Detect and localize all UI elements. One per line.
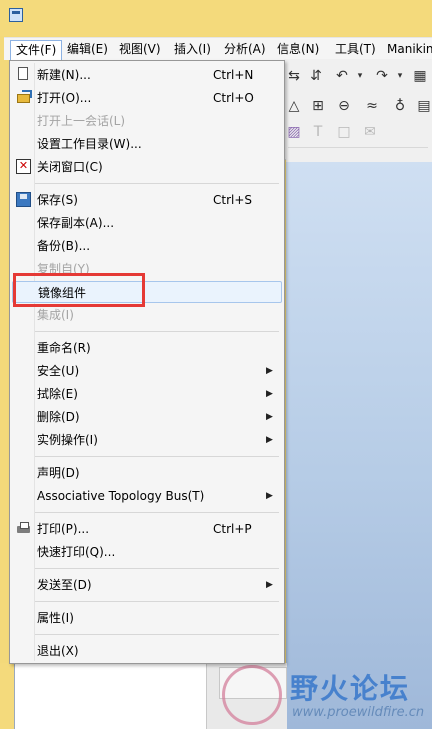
menu-item-security[interactable]: 安全(U) ▶ — [12, 360, 282, 382]
menu-item-save[interactable]: 保存(S) Ctrl+S — [12, 189, 282, 211]
app-icon — [9, 8, 23, 22]
annotation-highlight-box — [13, 273, 145, 307]
menu-insert[interactable]: 插入(I) — [169, 41, 216, 58]
menu-item-send-to[interactable]: 发送至(D) ▶ — [12, 574, 282, 596]
analysis-icon[interactable]: ▤ — [414, 97, 432, 115]
watermark-title: 野火论坛 — [290, 672, 411, 705]
close-window-icon: ✕ — [16, 159, 31, 174]
menu-item-rename[interactable]: 重命名(R) — [12, 337, 282, 359]
regenerate-icon[interactable]: ⇆ — [284, 67, 304, 85]
window-frame-left — [0, 663, 14, 729]
coordinate-system-icon[interactable]: ♁ — [390, 97, 410, 115]
menu-edit[interactable]: 编辑(E) — [62, 41, 113, 58]
menu-item-close-window[interactable]: ✕ 关闭窗口(C) — [12, 156, 282, 178]
model-tree-panel[interactable] — [14, 663, 207, 729]
datum-point-icon[interactable]: ⊖ — [334, 97, 354, 115]
frame-icon: □ — [337, 124, 351, 140]
menu-item-save-copy[interactable]: 保存副本(A)... — [12, 212, 282, 234]
menu-item-declare[interactable]: 声明(D) — [12, 462, 282, 484]
open-folder-icon — [16, 90, 32, 105]
menu-item-exit[interactable]: 退出(X) — [12, 640, 282, 662]
toolbar-separator — [288, 147, 428, 148]
forum-logo-icon — [222, 665, 282, 725]
regenerate-manager-icon[interactable]: ⇵ — [306, 67, 326, 85]
sketch-curve-icon[interactable]: ≈ — [362, 97, 382, 115]
redo-icon[interactable]: ↷ — [372, 67, 392, 85]
refit-icon[interactable]: ▦ — [410, 67, 430, 85]
datum-plane-icon[interactable]: △ — [284, 97, 304, 115]
menu-separator — [35, 601, 279, 602]
submenu-arrow-icon: ▶ — [266, 580, 273, 590]
shade-icon[interactable]: ▨ — [284, 123, 304, 141]
menu-item-erase[interactable]: 拭除(E) ▶ — [12, 383, 282, 405]
menu-item-open[interactable]: 打开(O)... Ctrl+O — [12, 87, 282, 109]
undo-icon[interactable]: ↶ — [332, 67, 352, 85]
submenu-arrow-icon: ▶ — [266, 412, 273, 422]
datum-axis-icon[interactable]: ⊞ — [308, 97, 328, 115]
menu-item-open-last-session: 打开上一会话(L) — [37, 114, 126, 128]
menu-analysis[interactable]: 分析(A) — [219, 41, 271, 58]
new-document-icon — [18, 67, 28, 80]
submenu-arrow-icon: ▶ — [266, 435, 273, 445]
title-bar — [0, 0, 432, 36]
style-icon: T — [313, 124, 323, 140]
menu-separator — [35, 512, 279, 513]
menu-separator — [35, 634, 279, 635]
toolbar: ⇆ ⇵ ↶ ▾ ↷ ▾ ▦ △ ⊞ ⊖ ≈ ♁ ▤ ▨ T □ ✉ — [284, 59, 432, 160]
graphics-area[interactable] — [286, 162, 432, 729]
menu-separator — [35, 456, 279, 457]
menu-item-associative-topology-bus[interactable]: Associative Topology Bus(T) ▶ — [12, 485, 282, 507]
menu-tools[interactable]: 工具(T) — [330, 41, 381, 58]
menu-item-print[interactable]: 打印(P)... Ctrl+P — [12, 518, 282, 540]
menu-bar: 文件(F) 编辑(E) 视图(V) 插入(I) 分析(A) 信息(N) 工具(T… — [4, 37, 432, 60]
menu-item-new[interactable]: 新建(N)... Ctrl+N — [12, 64, 282, 86]
menu-item-quick-print[interactable]: 快速打印(Q)... — [12, 541, 282, 563]
save-icon — [16, 192, 31, 207]
envelope-icon: ✉ — [364, 124, 376, 140]
menu-view[interactable]: 视图(V) — [114, 41, 166, 58]
submenu-arrow-icon: ▶ — [266, 366, 273, 376]
menu-separator — [35, 183, 279, 184]
menu-separator — [35, 568, 279, 569]
menu-separator — [35, 331, 279, 332]
menu-item-properties[interactable]: 属性(I) — [12, 607, 282, 629]
submenu-arrow-icon: ▶ — [266, 491, 273, 501]
print-icon — [16, 521, 31, 536]
menu-item-backup[interactable]: 备份(B)... — [12, 235, 282, 257]
redo-dropdown-icon[interactable]: ▾ — [390, 67, 410, 85]
menu-item-set-working-dir[interactable]: 设置工作目录(W)... — [12, 133, 282, 155]
undo-dropdown-icon[interactable]: ▾ — [350, 67, 370, 85]
menu-info[interactable]: 信息(N) — [272, 41, 324, 58]
watermark-url: www.proewildfire.cn — [292, 705, 425, 720]
menu-item-delete[interactable]: 删除(D) ▶ — [12, 406, 282, 428]
menu-item-integrate: 集成(I) — [37, 308, 74, 322]
menu-file[interactable]: 文件(F) — [10, 40, 63, 60]
submenu-arrow-icon: ▶ — [266, 389, 273, 399]
menu-item-instance-operations[interactable]: 实例操作(I) ▶ — [12, 429, 282, 451]
menu-manikin[interactable]: Manikin — [382, 41, 432, 58]
file-menu-dropdown: 新建(N)... Ctrl+N 打开(O)... Ctrl+O 打开上一会话(L… — [9, 60, 285, 664]
forum-watermark: 野火论坛 www.proewildfire.cn — [218, 663, 432, 729]
